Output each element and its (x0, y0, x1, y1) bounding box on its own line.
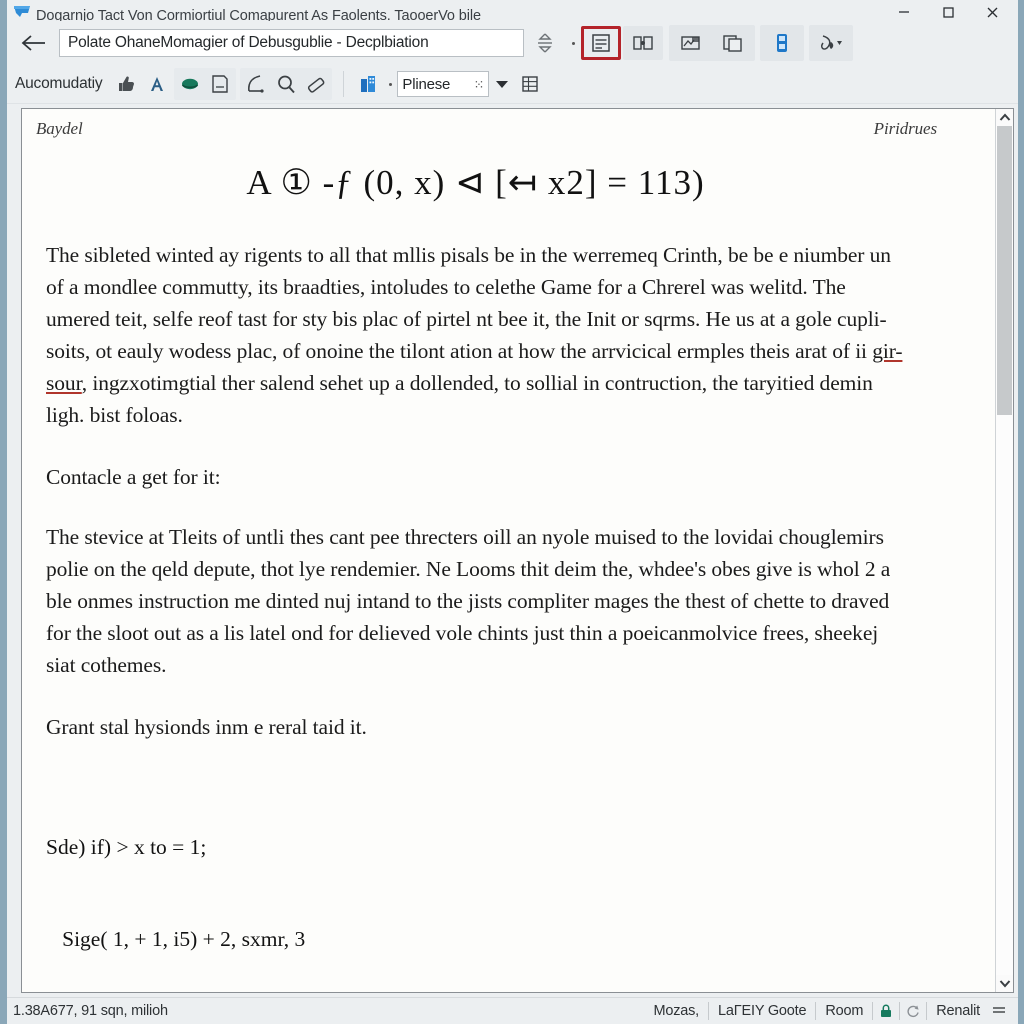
font-letter-icon[interactable] (142, 69, 172, 99)
para-2-line-1: Contacle a get for it: (46, 465, 221, 489)
page-running-header: Baydel Piridrues (34, 119, 977, 139)
toolbar-divider (343, 71, 345, 97)
document-page[interactable]: Baydel Piridrues A ① -ƒ (0, x) ⊲ [↤ x2] … (22, 109, 995, 992)
paragraph-4: Grant stal hysionds inm e reral taid it. (34, 711, 977, 743)
eraser-icon[interactable] (301, 69, 331, 99)
maximize-button[interactable] (926, 1, 970, 21)
para-4-line-1: Grant stal hysionds inm e reral taid it. (46, 715, 367, 739)
annotation-toolbar-label: Aucomudatiy (15, 75, 103, 92)
swap-vertical-icon[interactable] (524, 26, 566, 60)
header-left-text: Baydel (36, 119, 83, 138)
ink-drop-dropdown-icon[interactable] (811, 26, 851, 60)
highlighter-icon[interactable] (175, 69, 205, 99)
toolbar2-separator-dot (383, 67, 397, 101)
chevron-down-icon[interactable] (489, 69, 515, 99)
application-window: Dogarnjo Tact Von Cormiortiul Comapurent… (0, 0, 1024, 1024)
bookmark-pages-button[interactable] (623, 26, 663, 60)
document-app-icon (13, 4, 31, 20)
title-bar: Dogarnjo Tact Von Cormiortiul Comapurent… (7, 0, 1018, 21)
status-format[interactable]: LaΓEΙΥ Goote (709, 1003, 815, 1019)
magnifier-icon[interactable] (271, 69, 301, 99)
close-button[interactable] (970, 1, 1014, 21)
header-right-text: Piridrues (873, 119, 937, 138)
thumbs-up-icon[interactable] (112, 69, 142, 99)
status-right-text[interactable]: Renalit (927, 1003, 986, 1019)
markup-tools-group (174, 68, 237, 100)
vertical-scrollbar[interactable] (995, 109, 1013, 992)
copy-pages-button[interactable] (713, 26, 753, 60)
annotation-toolbar: Aucomudatiy Plinese ⁙ (7, 65, 1018, 104)
paragraph-1: The sibleted winted ay rigents to all th… (34, 239, 977, 431)
para-3-line-1: The stevice at Tleits of untli thes cant… (46, 525, 774, 549)
note-icon[interactable] (205, 69, 235, 99)
save-group (760, 25, 804, 61)
table-grid-icon[interactable] (515, 69, 545, 99)
address-bar-wrapper (59, 29, 524, 57)
save-document-button[interactable] (762, 26, 802, 60)
page-tools-group (669, 25, 755, 61)
document-panel: Baydel Piridrues A ① -ƒ (0, x) ⊲ [↤ x2] … (21, 108, 1014, 993)
chevron-up-icon[interactable] (996, 109, 1013, 126)
minimize-button[interactable] (882, 1, 926, 21)
hamburger-menu-icon[interactable] (986, 1004, 1012, 1018)
building-icon[interactable] (353, 69, 383, 99)
outline-view-button[interactable] (581, 26, 621, 60)
green-lock-icon[interactable] (873, 1003, 899, 1019)
address-input[interactable] (59, 29, 524, 57)
ink-group (809, 25, 853, 61)
code-line-1: Sde) if) > x to = 1; (46, 835, 207, 859)
back-arrow-icon[interactable] (13, 26, 55, 60)
angle-measure-icon[interactable] (241, 69, 271, 99)
code-block: Sde) if) > x to = 1; Sige( 1, + 1, i5) +… (34, 771, 977, 992)
code-line-2: Sige( 1, + 1, i5) + 2, sxmr, 3 (46, 926, 306, 951)
status-room[interactable]: Room (816, 1003, 872, 1019)
window-frame: Dogarnjo Tact Von Cormiortiul Comapurent… (0, 0, 1024, 1024)
scrollbar-track[interactable] (996, 126, 1013, 975)
para-1-line-5: wodess plac, of onoine the tilont ation … (168, 339, 827, 363)
paragraph-3: The stevice at Tleits of untli thes cant… (34, 521, 977, 681)
window-title: Dogarnjo Tact Von Cormiortiul Comapurent… (36, 8, 481, 21)
navigation-toolbar (7, 21, 1018, 65)
math-formula: A ① -ƒ (0, x) ⊲ [↤ x2] = 113) (246, 163, 705, 202)
present-slide-button[interactable] (671, 26, 711, 60)
para-1-line-1: The sibleted winted ay rigents to all th… (46, 243, 723, 267)
status-left-text: 1.38Α677, 91 sqn, milioh (13, 1003, 168, 1019)
window-controls (882, 1, 1014, 21)
status-pages[interactable]: Mozas, (644, 1003, 708, 1019)
style-combobox[interactable]: Plinese ⁙ (397, 71, 490, 97)
refresh-icon[interactable] (900, 1003, 926, 1019)
document-viewport: Baydel Piridrues A ① -ƒ (0, x) ⊲ [↤ x2] … (7, 104, 1018, 997)
style-combobox-value: Plinese (402, 75, 451, 93)
chevron-down-icon[interactable] (996, 975, 1013, 992)
status-bar: 1.38Α677, 91 sqn, milioh Mozas, LaΓEΙΥ G… (7, 997, 1018, 1024)
toolbar-separator-dot (566, 26, 580, 60)
style-combobox-dots: ⁙ (473, 76, 485, 92)
measure-tools-group (240, 68, 333, 100)
scrollbar-thumb[interactable] (997, 126, 1012, 415)
paragraph-2: Contacle a get for it: (34, 461, 977, 493)
